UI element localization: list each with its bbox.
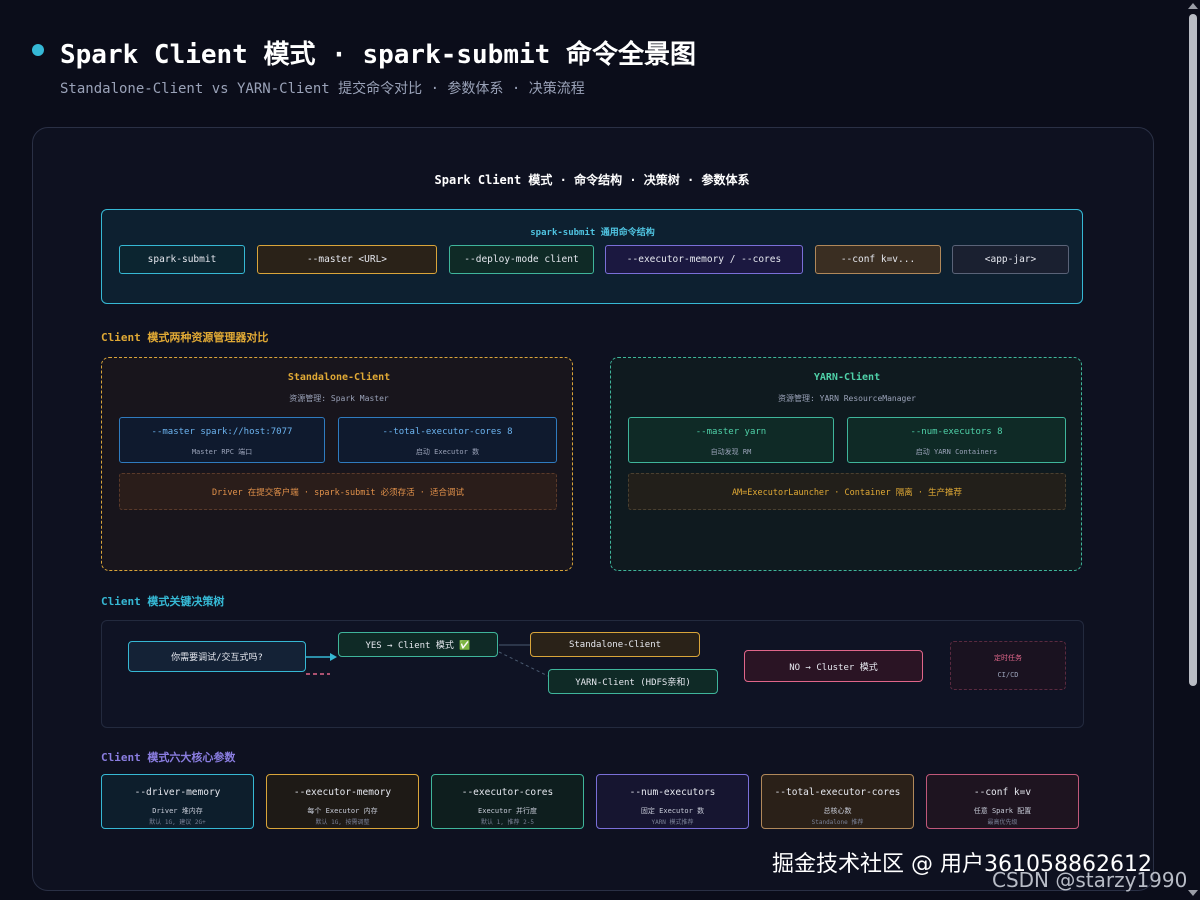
page-scrollbar[interactable] — [1186, 0, 1200, 900]
decision-standalone-node: Standalone-Client — [530, 632, 700, 657]
decision-yarn-node: YARN-Client (HDFS亲和) — [548, 669, 718, 694]
scheduled-subtitle: CI/CD — [997, 670, 1019, 679]
core-param-executor-cores: --executor-cores Executor 并行度 默认 1, 推荐 2… — [431, 774, 584, 829]
watermark-csdn: CSDN @starzy1990 — [992, 868, 1188, 892]
decision-yes-node: YES → Client 模式 ✅ — [338, 632, 498, 657]
core-param-name: --total-executor-cores — [774, 787, 901, 798]
core-param-desc: Executor 并行度 — [478, 807, 537, 815]
core-param-driver-memory: --driver-memory Driver 堆内存 默认 1G, 建议 2G+ — [101, 774, 254, 829]
core-param-note: 最高优先级 — [987, 819, 1018, 826]
core-param-note: YARN 模式推荐 — [651, 819, 694, 826]
core-param-desc: Driver 堆内存 — [152, 807, 203, 815]
core-param-note: Standalone 推荐 — [811, 819, 864, 826]
core-params-label: Client 模式六大核心参数 — [101, 751, 236, 764]
core-param-executor-memory: --executor-memory 每个 Executor 内存 默认 1G, … — [266, 774, 419, 829]
core-param-note: 默认 1G, 按需调整 — [315, 819, 370, 826]
scroll-down-arrow-icon[interactable] — [1188, 890, 1198, 896]
scroll-up-arrow-icon[interactable] — [1188, 3, 1198, 9]
core-param-name: --num-executors — [629, 787, 716, 798]
decision-tree-connectors — [306, 644, 549, 677]
core-param-desc: 任意 Spark 配置 — [973, 807, 1032, 815]
core-param-desc: 每个 Executor 内存 — [307, 807, 378, 815]
core-param-name: --conf k=v — [973, 787, 1032, 798]
decision-no-node: NO → Cluster 模式 — [744, 650, 923, 682]
core-param-desc: 总核心数 — [823, 807, 852, 815]
core-param-conf: --conf k=v 任意 Spark 配置 最高优先级 — [926, 774, 1079, 829]
core-param-name: --executor-cores — [461, 787, 554, 798]
core-param-name: --driver-memory — [134, 787, 221, 798]
core-param-desc: 固定 Executor 数 — [640, 807, 705, 815]
decision-scheduled-node: 定时任务 CI/CD — [950, 641, 1066, 690]
core-param-total-executor-cores: --total-executor-cores 总核心数 Standalone 推… — [761, 774, 914, 829]
scroll-thumb[interactable] — [1189, 14, 1197, 686]
decision-question-node: 你需要调试/交互式吗? — [128, 641, 306, 672]
scheduled-title: 定时任务 — [994, 653, 1022, 662]
core-param-num-executors: --num-executors 固定 Executor 数 YARN 模式推荐 — [596, 774, 749, 829]
core-param-note: 默认 1, 推荐 2-5 — [481, 819, 534, 826]
core-param-name: --executor-memory — [293, 787, 392, 798]
core-param-note: 默认 1G, 建议 2G+ — [149, 819, 206, 826]
